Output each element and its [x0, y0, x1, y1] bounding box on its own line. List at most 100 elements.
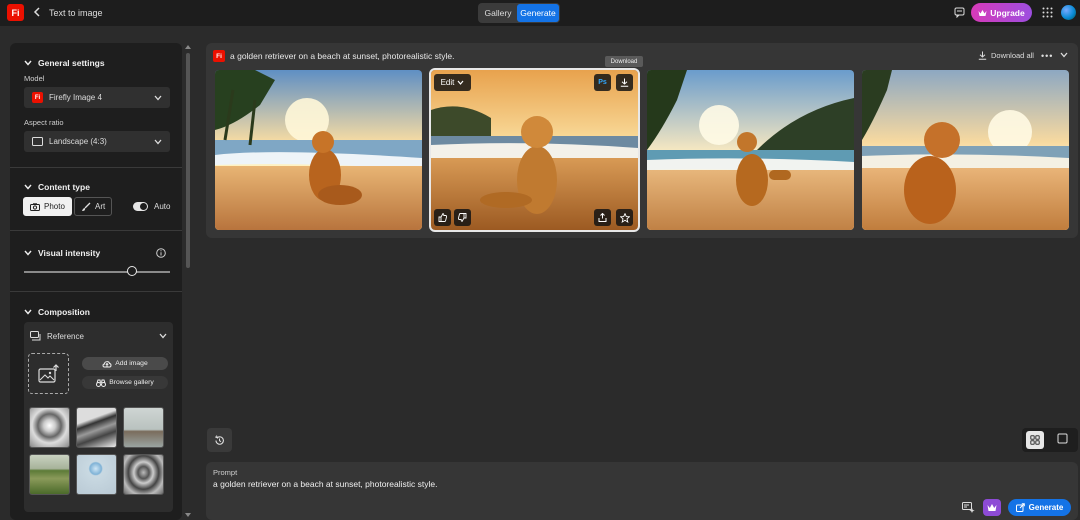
art-label: Art: [95, 202, 106, 211]
auto-label: Auto: [154, 202, 171, 211]
add-image-label: Add image: [115, 360, 148, 367]
prompt-input[interactable]: a golden retriever on a beach at sunset,…: [213, 479, 437, 489]
visual-intensity-slider-handle[interactable]: [127, 266, 138, 276]
download-tooltip: Download: [605, 56, 643, 67]
crown-icon: [987, 503, 997, 512]
firefly-badge-icon: Fi: [213, 50, 225, 62]
visual-intensity-slider[interactable]: [24, 271, 170, 273]
premium-button[interactable]: [983, 499, 1001, 516]
reference-thumbnails: [29, 407, 167, 495]
sidebar-scrollbar-thumb[interactable]: [186, 53, 190, 268]
reference-thumbnail-road[interactable]: [29, 454, 70, 495]
download-all-label: Download all: [991, 51, 1034, 60]
tab-gallery[interactable]: Gallery: [479, 4, 517, 22]
composition-header[interactable]: Composition: [24, 307, 90, 317]
info-icon[interactable]: [156, 248, 166, 258]
prompt-box[interactable]: Prompt a golden retriever on a beach at …: [206, 462, 1078, 520]
thumbs-down-button[interactable]: [454, 209, 471, 226]
avatar[interactable]: [1061, 5, 1076, 20]
generated-image-1[interactable]: [215, 70, 422, 230]
results-panel: Fi a golden retriever on a beach at suns…: [206, 43, 1078, 238]
chevron-down-icon: [457, 80, 464, 85]
generated-image-2-selected[interactable]: [429, 68, 640, 232]
browse-gallery-button[interactable]: Browse gallery: [82, 376, 168, 389]
scroll-down-icon[interactable]: [185, 513, 191, 517]
chevron-down-icon[interactable]: [1060, 52, 1068, 58]
thumbs-up-icon: [438, 213, 447, 222]
download-image-button[interactable]: [616, 74, 633, 91]
view-switcher: Gallery Generate: [478, 3, 560, 23]
top-bar: Fi Text to image Gallery Generate Upgrad…: [0, 0, 1080, 26]
share-button[interactable]: [594, 209, 611, 226]
single-view-icon[interactable]: [1057, 433, 1068, 444]
grid-view-icon: [1030, 435, 1040, 445]
scroll-up-icon[interactable]: [185, 45, 191, 49]
result-prompt-text: a golden retriever on a beach at sunset,…: [230, 51, 455, 61]
feedback-chat-icon[interactable]: [954, 7, 965, 18]
download-all-button[interactable]: Download all: [978, 51, 1034, 60]
firefly-logo[interactable]: Fi: [7, 4, 24, 21]
composition-title: Composition: [38, 307, 90, 317]
upgrade-label: Upgrade: [990, 7, 1025, 18]
history-icon: [214, 434, 225, 446]
share-icon: [598, 213, 607, 222]
camera-icon: [30, 202, 40, 211]
reference-header[interactable]: Reference: [30, 328, 167, 344]
breadcrumb[interactable]: Text to image: [49, 8, 103, 18]
generate-button[interactable]: Generate: [1008, 499, 1071, 516]
edit-menu-button[interactable]: Edit: [434, 74, 471, 91]
generated-image-4[interactable]: [862, 70, 1069, 230]
thumbs-up-button[interactable]: [434, 209, 451, 226]
content-type-title: Content type: [38, 182, 90, 192]
back-chevron-icon[interactable]: [33, 7, 41, 17]
auto-toggle[interactable]: [133, 202, 148, 211]
history-button[interactable]: [207, 428, 232, 452]
chevron-down-icon: [24, 309, 32, 315]
chevron-down-icon: [24, 250, 32, 256]
photoshop-button[interactable]: Ps: [594, 74, 611, 91]
brush-icon: [81, 202, 91, 212]
reference-title: Reference: [47, 331, 84, 341]
visual-intensity-header[interactable]: Visual intensity: [24, 248, 100, 258]
generate-label: Generate: [1028, 503, 1064, 512]
generate-icon: [1015, 503, 1025, 512]
edit-label: Edit: [440, 78, 455, 87]
content-type-art-button[interactable]: Art: [74, 197, 113, 216]
chevron-down-icon: [24, 60, 32, 66]
reference-panel: Reference Add image Browse gallery: [24, 322, 173, 512]
firefly-model-icon: Fi: [32, 92, 43, 103]
more-options-button[interactable]: •••: [1041, 51, 1053, 61]
tab-generate[interactable]: Generate: [517, 4, 559, 22]
content-type-header[interactable]: Content type: [24, 182, 90, 192]
model-value: Firefly Image 4: [49, 93, 102, 102]
chevron-down-icon: [24, 184, 32, 190]
model-label: Model: [24, 74, 45, 83]
settings-sidebar: General settings Model Fi Firefly Image …: [10, 43, 182, 520]
upload-drop-zone[interactable]: [28, 353, 69, 394]
sidebar-scrollbar[interactable]: [184, 43, 192, 520]
crown-icon: [978, 9, 987, 17]
general-settings-header[interactable]: General settings: [24, 58, 105, 68]
model-dropdown[interactable]: Fi Firefly Image 4: [24, 87, 170, 108]
content-type-photo-button[interactable]: Photo: [23, 197, 72, 216]
grid-view-button[interactable]: [1026, 431, 1044, 449]
chevron-down-icon: [159, 333, 167, 339]
star-icon: [619, 212, 630, 223]
reference-thumbnail-bird[interactable]: [29, 407, 70, 448]
reference-thumbnail-room[interactable]: [123, 407, 164, 448]
download-icon: [620, 78, 629, 87]
generated-image-3[interactable]: [647, 70, 854, 230]
general-settings-title: General settings: [38, 58, 105, 68]
add-image-button[interactable]: Add image: [82, 357, 168, 370]
photo-label: Photo: [44, 202, 65, 211]
reference-thumbnail-river[interactable]: [76, 407, 117, 448]
layout-toggle: [1022, 428, 1078, 452]
reference-thumbnail-owl[interactable]: [123, 454, 164, 495]
visual-intensity-title: Visual intensity: [38, 248, 101, 258]
reference-thumbnail-sphere[interactable]: [76, 454, 117, 495]
apps-grid-icon[interactable]: [1042, 7, 1053, 18]
upgrade-button[interactable]: Upgrade: [971, 3, 1032, 22]
prompt-suggestions-icon[interactable]: [962, 502, 975, 513]
aspect-ratio-dropdown[interactable]: Landscape (4:3): [24, 131, 170, 152]
favorite-button[interactable]: [616, 209, 633, 226]
